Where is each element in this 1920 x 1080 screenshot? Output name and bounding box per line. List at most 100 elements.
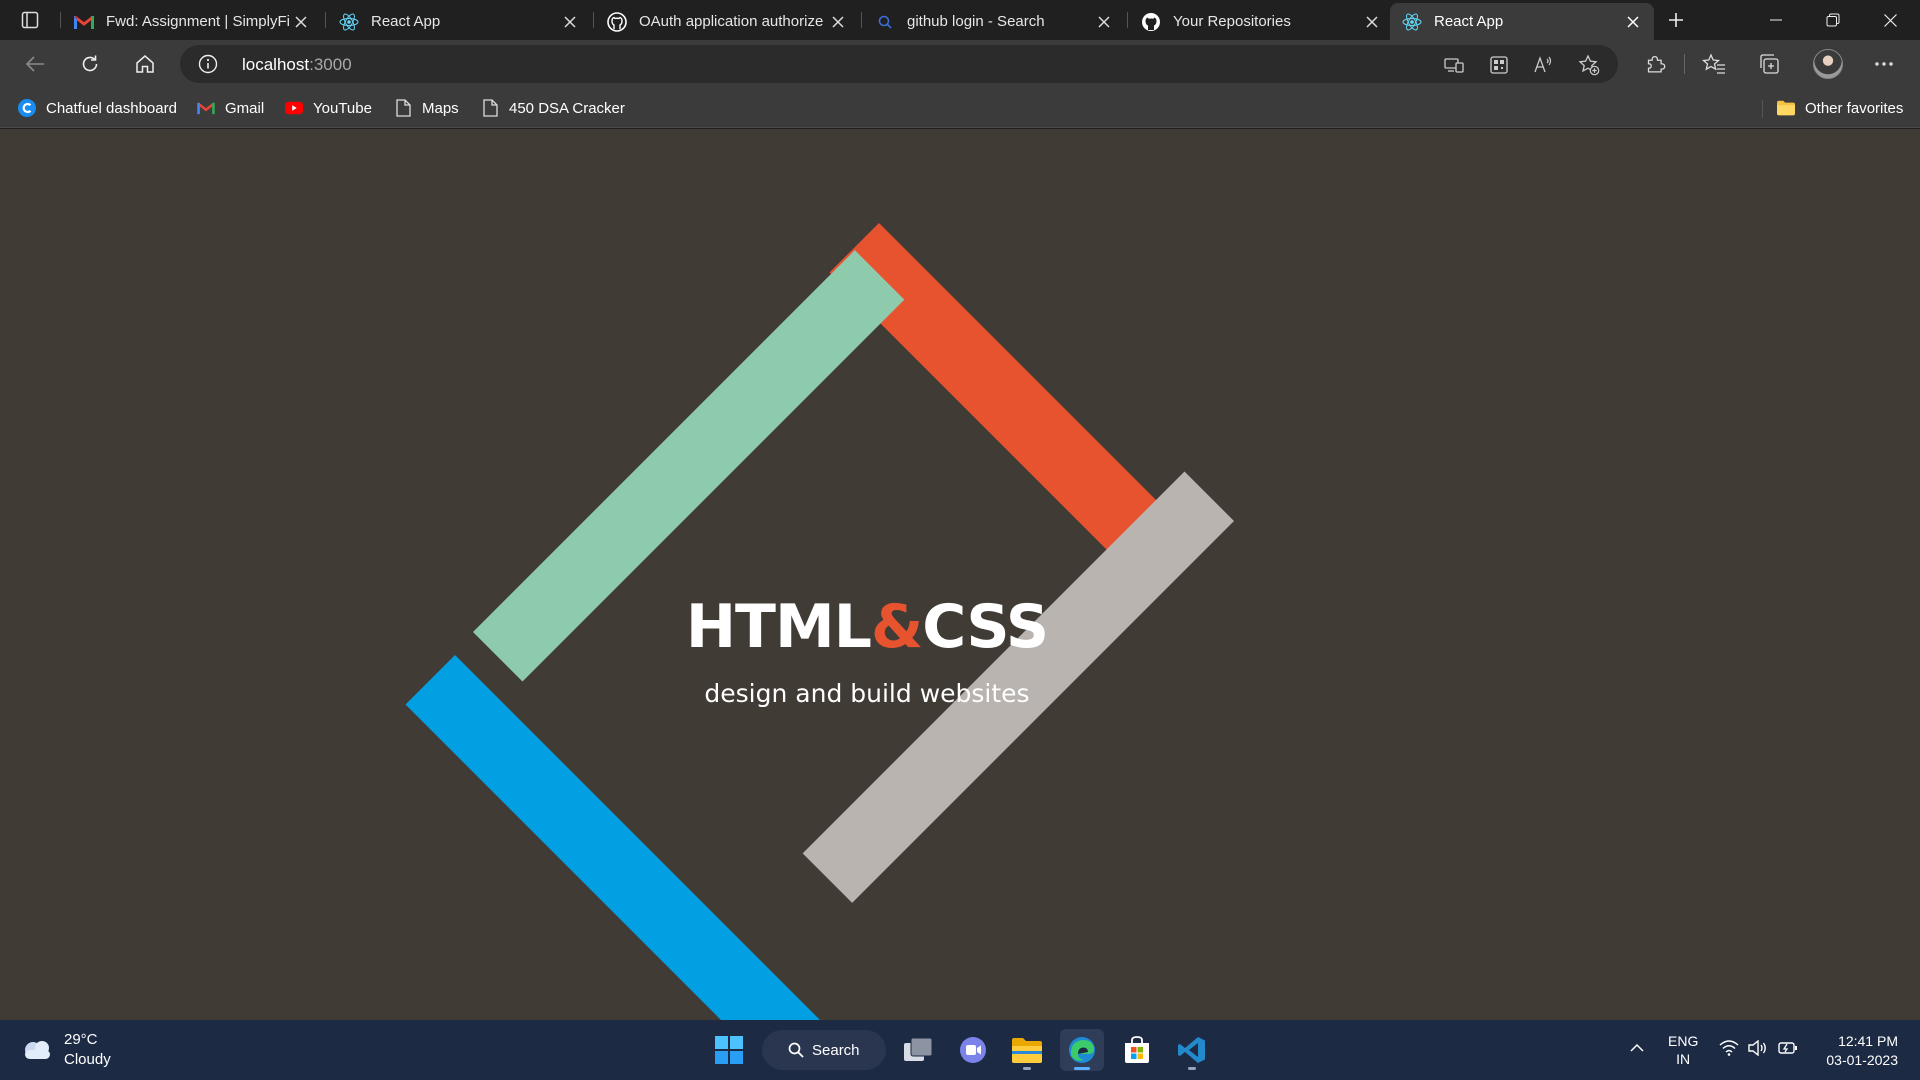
favorite-label: Gmail	[225, 99, 265, 117]
react-icon	[1402, 12, 1422, 32]
minimize-icon	[1770, 19, 1782, 21]
other-favorites-folder[interactable]: Other favorites	[1777, 96, 1903, 120]
qr-code-icon[interactable]	[1488, 54, 1510, 76]
settings-more-button[interactable]	[1869, 49, 1899, 79]
favorite-label: Chatfuel dashboard	[46, 99, 177, 117]
back-button[interactable]	[18, 48, 52, 80]
restore-button[interactable]	[1805, 0, 1861, 40]
tab-react-app-active[interactable]: React App	[1390, 3, 1654, 40]
read-aloud-icon[interactable]	[1533, 54, 1555, 76]
title-css: CSS	[922, 592, 1049, 662]
search-icon	[788, 1042, 804, 1058]
edge-icon	[1069, 1037, 1095, 1063]
favorites-button[interactable]	[1699, 49, 1729, 79]
minimize-button[interactable]	[1748, 0, 1804, 40]
favorite-youtube[interactable]: YouTube	[285, 96, 372, 120]
tab-title: React App	[371, 13, 441, 30]
youtube-icon	[285, 99, 303, 117]
favorite-label: Maps	[422, 99, 459, 117]
puzzle-icon	[1647, 55, 1666, 73]
close-window-button[interactable]	[1862, 0, 1918, 40]
chevron-up-icon	[1630, 1043, 1644, 1052]
github-icon	[1141, 12, 1161, 32]
favorite-label: 450 DSA Cracker	[509, 99, 625, 117]
region-code: IN	[1676, 1051, 1691, 1067]
cloud-icon	[20, 1037, 54, 1063]
refresh-icon	[82, 55, 98, 72]
weather-temp: 29°C	[64, 1031, 98, 1048]
page-viewport: HTML&CSS design and build websites	[0, 129, 1920, 1020]
taskbar-search-button[interactable]: Search	[762, 1030, 886, 1070]
home-icon	[136, 55, 154, 73]
add-favorite-icon[interactable]	[1578, 54, 1600, 76]
teams-chat-button[interactable]	[951, 1029, 995, 1071]
favorite-chatfuel[interactable]: Chatfuel dashboard	[18, 96, 177, 120]
tab-title: github login - Search	[907, 13, 1045, 30]
chat-icon	[960, 1037, 986, 1063]
close-tab-icon[interactable]	[1093, 11, 1115, 33]
title-html: HTML	[685, 592, 872, 662]
title-ampersand: &	[870, 592, 923, 662]
hero-subtitle: design and build websites	[704, 679, 1030, 708]
close-tab-icon[interactable]	[559, 11, 581, 33]
microsoft-store-button[interactable]	[1115, 1029, 1159, 1071]
show-hidden-icons-button[interactable]	[1630, 1040, 1644, 1056]
site-info-icon[interactable]	[198, 54, 218, 74]
folder-icon	[1777, 99, 1795, 117]
github-icon	[607, 11, 627, 32]
search-icon	[875, 12, 895, 32]
favorite-gmail[interactable]: Gmail	[197, 96, 264, 120]
tab-title: Fwd: Assignment | SimplyFi	[106, 13, 290, 30]
profile-avatar[interactable]	[1813, 49, 1843, 79]
weather-widget[interactable]: 29°C Cloudy	[20, 1029, 111, 1071]
plus-icon	[1669, 13, 1683, 27]
tab-oauth[interactable]: OAuth application authorize	[595, 3, 859, 40]
tab-your-repositories[interactable]: Your Repositories	[1129, 3, 1393, 40]
clock[interactable]: 12:41 PM 03-01-2023	[1818, 1032, 1898, 1070]
tab-title: React App	[1434, 13, 1504, 30]
tab-github-search[interactable]: github login - Search	[863, 3, 1125, 40]
back-arrow-icon	[25, 56, 44, 72]
task-view-icon	[904, 1037, 933, 1061]
home-button[interactable]	[128, 48, 162, 80]
language-indicator[interactable]: ENG IN	[1668, 1032, 1698, 1068]
clock-time: 12:41 PM	[1838, 1033, 1898, 1049]
tab-actions-button[interactable]	[14, 8, 46, 32]
wifi-icon[interactable]	[1719, 1040, 1739, 1059]
edge-browser-button[interactable]	[1060, 1029, 1104, 1071]
restore-icon	[1826, 13, 1840, 27]
close-tab-icon[interactable]	[827, 11, 849, 33]
task-view-button[interactable]	[896, 1029, 940, 1071]
url-text[interactable]: localhost:3000	[242, 55, 352, 75]
close-tab-icon[interactable]	[1361, 11, 1383, 33]
clock-date: 03-01-2023	[1826, 1052, 1898, 1068]
refresh-button[interactable]	[73, 48, 107, 80]
app-available-icon[interactable]	[1443, 54, 1465, 76]
page-icon	[394, 99, 412, 117]
battery-icon[interactable]	[1778, 1040, 1798, 1059]
tab-gmail-assignment[interactable]: Fwd: Assignment | SimplyFi	[62, 3, 322, 40]
tab-strip: Fwd: Assignment | SimplyFi React App OAu…	[0, 0, 1920, 40]
windows-logo-icon	[715, 1036, 743, 1064]
address-bar[interactable]: localhost:3000	[180, 45, 1618, 83]
favorite-450-dsa-cracker[interactable]: 450 DSA Cracker	[481, 96, 625, 120]
red-diagonal-bar	[829, 223, 1176, 570]
tab-react-app[interactable]: React App	[327, 3, 591, 40]
start-button[interactable]	[707, 1029, 751, 1071]
new-tab-button[interactable]	[1662, 6, 1690, 34]
close-icon	[1883, 13, 1897, 27]
blue-diagonal-bar	[405, 655, 823, 1020]
favorite-maps[interactable]: Maps	[394, 96, 459, 120]
chatfuel-icon	[18, 99, 36, 117]
react-icon	[339, 12, 359, 32]
collections-icon	[1760, 54, 1779, 74]
close-tab-icon[interactable]	[290, 11, 312, 33]
volume-icon[interactable]	[1748, 1039, 1768, 1059]
close-tab-icon[interactable]	[1622, 11, 1644, 33]
vscode-button[interactable]	[1170, 1029, 1214, 1071]
extensions-button[interactable]	[1640, 49, 1670, 79]
collections-button[interactable]	[1754, 49, 1784, 79]
gmail-icon	[197, 99, 215, 117]
file-explorer-button[interactable]	[1005, 1029, 1049, 1071]
more-dots-icon	[1875, 62, 1893, 66]
